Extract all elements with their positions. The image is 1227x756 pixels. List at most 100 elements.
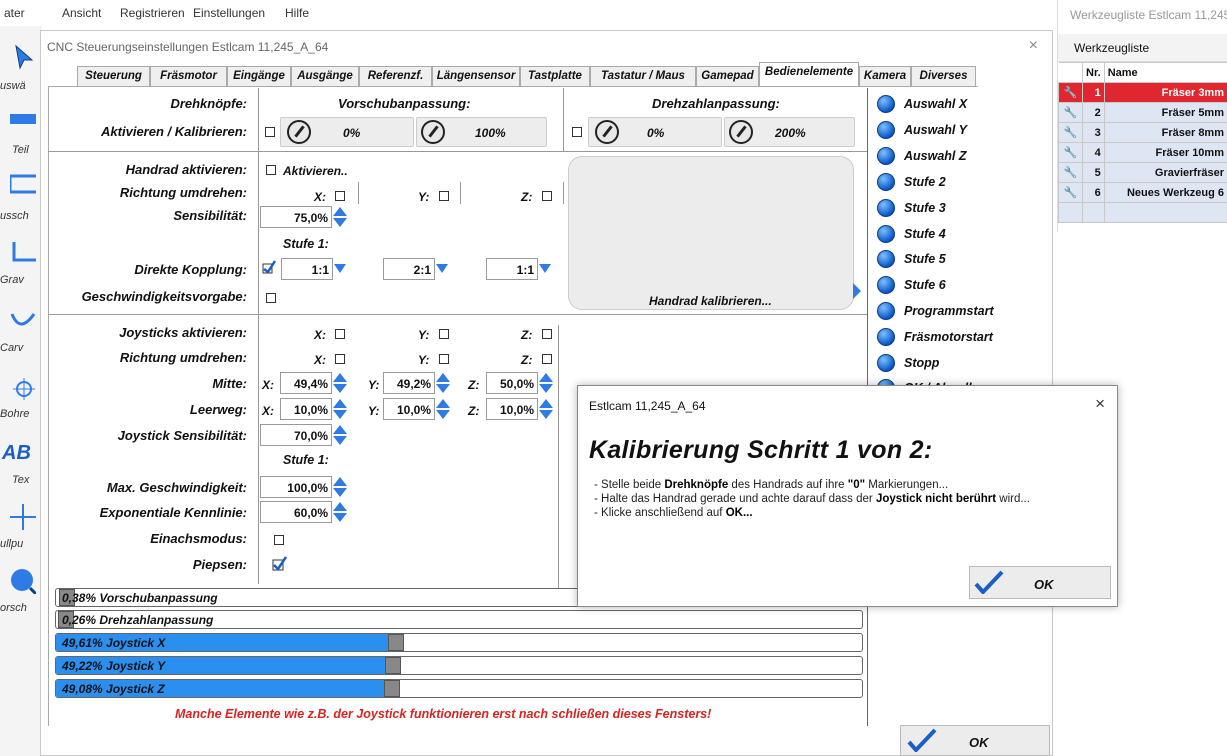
tab-ausgaenge[interactable]: Ausgänge [291,66,359,87]
leerweg-z-input[interactable]: 10,0% [486,398,538,420]
scroll-arrow-icon[interactable] [853,283,861,299]
handrad-sens-input[interactable]: 75,0% [260,206,332,228]
mitte-x-spinner[interactable] [333,373,348,393]
radio-stufe-2[interactable] [877,173,895,191]
kopplung-y-dropdown[interactable] [436,264,449,273]
leerweg-x-input[interactable]: 10,0% [280,398,332,420]
leerweg-x-spinner[interactable] [333,399,348,419]
menu-settings[interactable]: Einstellungen [193,6,265,20]
radio-auswahl-y[interactable] [877,121,895,139]
einachsmodus-checkbox[interactable] [274,535,284,545]
maxgeschw-input[interactable]: 100,0% [260,476,332,498]
piepsen-check-icon[interactable] [271,555,287,571]
joystick-y-invert-checkbox[interactable] [439,354,449,364]
mitte-x-input[interactable]: 49,4% [280,372,332,394]
tool-select[interactable]: uswä [0,40,42,104]
radio-programmstart[interactable] [877,302,895,320]
maxgeschw-spinner[interactable] [333,477,348,497]
radio-fraesmotorstart[interactable] [877,328,895,346]
tool-drill[interactable]: Bohre [0,372,42,436]
radio-stufe-5[interactable] [877,250,895,268]
joystick-sens-input[interactable]: 70,0% [260,424,332,446]
tab-kamera[interactable]: Kamera [859,66,911,87]
tab-tastatur-maus[interactable]: Tastatur / Maus [590,66,696,87]
kopplung-check-icon[interactable] [262,260,276,274]
tab-referenzfahrt[interactable]: Referenzf. [359,66,432,87]
tab-fraesmotor[interactable]: Fräsmotor [150,66,227,87]
table-row[interactable]: 🔧 2 Fräser 5mm [1058,102,1227,123]
popup-ok-button[interactable]: OK [969,566,1111,599]
handrad-x-invert-checkbox[interactable] [335,191,345,201]
kopplung-x-select[interactable]: 1:1 [281,258,333,280]
table-row[interactable]: 🔧 1 Fräser 3mm [1058,82,1227,103]
joystick-sens-spinner[interactable] [333,425,348,445]
handrad-activate-checkbox[interactable] [266,165,276,175]
handrad-calibrate-button[interactable]: Handrad kalibrieren... [568,156,854,310]
kopplung-x-dropdown[interactable] [334,264,347,273]
joystick-x-invert-checkbox[interactable] [335,354,345,364]
table-row[interactable]: 🔧 3 Fräser 8mm [1058,122,1227,143]
tab-steuerung[interactable]: Steuerung [77,66,150,87]
radio-stufe-4[interactable] [877,225,895,243]
tab-bedienelemente[interactable]: Bedienelemente [759,62,859,87]
dialog-close-button[interactable]: × [1029,37,1038,55]
tool-cut[interactable]: ussch [0,166,42,230]
tool-engrave[interactable]: Grav [0,236,42,300]
leerweg-y-spinner[interactable] [436,399,451,419]
tool-list-tab[interactable]: Werkzeugliste [1058,34,1227,62]
tool-text[interactable]: AB Tex [0,440,42,504]
expo-input[interactable]: 60,0% [260,501,332,523]
table-row[interactable]: 🔧 5 Gravierfräser [1058,162,1227,183]
table-row[interactable]: 🔧 6 Neues Werkzeug 6 [1058,182,1227,203]
kopplung-z-dropdown[interactable] [539,264,552,273]
geschwindigkeitsvorgabe-checkbox[interactable] [266,293,276,303]
radio-stufe-6[interactable] [877,276,895,294]
mitte-z-input[interactable]: 50,0% [486,372,538,394]
popup-close-button[interactable]: × [1095,394,1105,414]
leerweg-y-input[interactable]: 10,0% [383,398,435,420]
tab-laengensensor[interactable]: Längensensor [432,66,520,87]
tab-diverses[interactable]: Diverses [911,66,976,87]
handrad-y-invert-checkbox[interactable] [439,191,449,201]
tab-eingaenge[interactable]: Eingänge [227,66,291,87]
mitte-z-spinner[interactable] [539,373,554,393]
tool-part[interactable]: Teil [0,102,42,166]
leerweg-z-spinner[interactable] [539,399,554,419]
tab-tastplatte[interactable]: Tastplatte [520,66,590,87]
drehzahl-activate-checkbox[interactable] [572,127,582,137]
mitte-y-spinner[interactable] [436,373,451,393]
tool-zero[interactable]: ullpu [0,500,42,564]
radio-stufe-3[interactable] [877,199,895,217]
handrad-z-invert-checkbox[interactable] [542,191,552,201]
tool-preview[interactable]: orsch [0,564,42,628]
drehzahl-min-calibrate[interactable]: 0% [588,117,722,147]
handrad-sens-spinner[interactable] [333,207,348,227]
menu-help[interactable]: Hilfe [285,6,309,20]
joystick-y-activate-checkbox[interactable] [439,329,449,339]
leerweg-z-label: Z: [468,404,480,418]
vorschub-min-calibrate[interactable]: 0% [280,117,414,147]
kopplung-y-select[interactable]: 2:1 [383,258,435,280]
joystick-sens-label: Joystick Sensibilität: [117,428,247,443]
joystick-z-invert-checkbox[interactable] [542,354,552,364]
menu-view[interactable]: Ansicht [62,6,101,20]
kopplung-label: Direkte Kopplung: [134,262,247,277]
radio-auswahl-x[interactable] [877,95,895,113]
table-row[interactable]: 🔧 4 Fräser 10mm [1058,142,1227,163]
joystick-x-activate-checkbox[interactable] [335,329,345,339]
tab-gamepad[interactable]: Gamepad [696,66,759,87]
mitte-y-input[interactable]: 49,2% [383,372,435,394]
drehzahl-max-calibrate[interactable]: 200% [724,117,855,147]
menu-file[interactable]: ater [4,6,25,20]
kopplung-z-select[interactable]: 1:1 [486,258,538,280]
tool-carve[interactable]: Carv [0,304,42,368]
joystick-z-activate-checkbox[interactable] [542,329,552,339]
vorschub-max-calibrate[interactable]: 100% [416,117,547,147]
dialog-ok-button[interactable]: OK [900,725,1050,756]
vorschub-activate-checkbox[interactable] [265,127,275,137]
tool-header-icon [1058,62,1083,83]
expo-spinner[interactable] [333,502,348,522]
radio-stopp[interactable] [877,354,895,372]
menu-register[interactable]: Registrieren [120,6,185,20]
radio-auswahl-z[interactable] [877,147,895,165]
